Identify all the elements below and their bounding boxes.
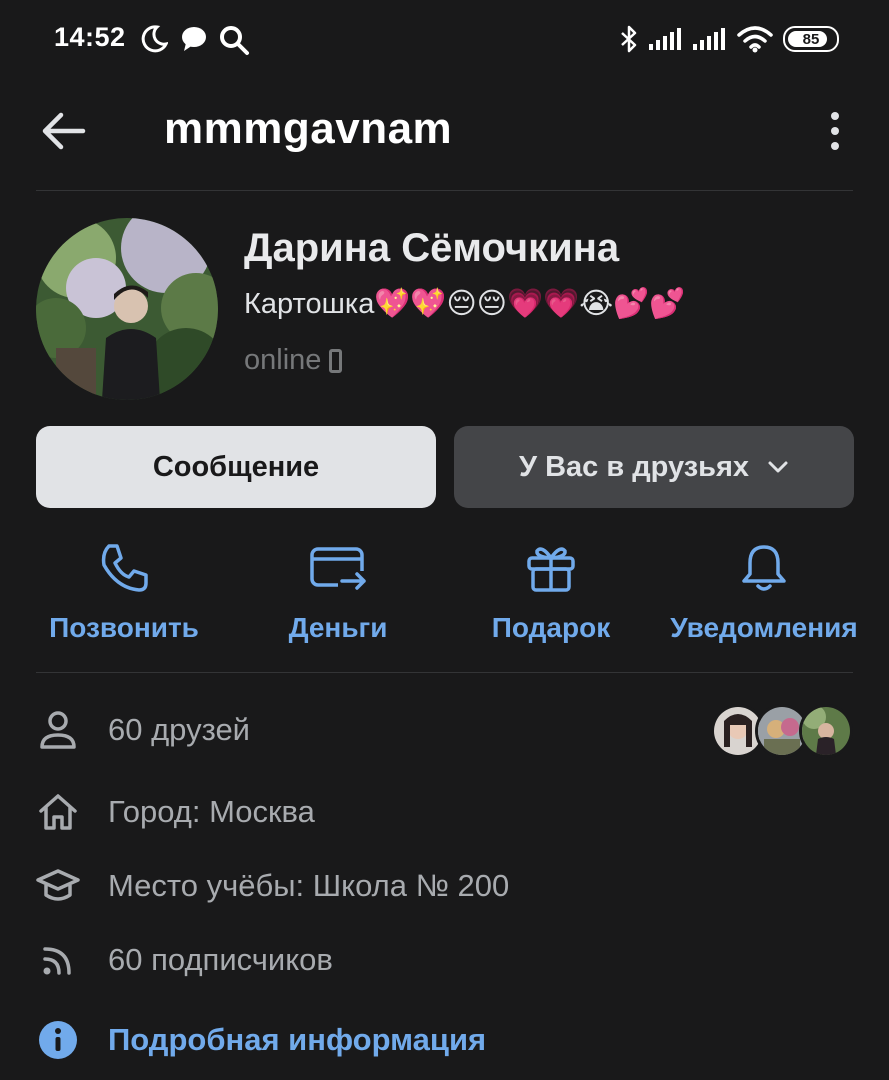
info-followers[interactable]: 60 подписчиков xyxy=(36,930,853,990)
signal-icon xyxy=(693,28,725,50)
action-call-label: Позвонить xyxy=(49,612,199,643)
info-friends[interactable]: 60 друзей xyxy=(36,700,853,760)
action-gift[interactable]: Подарок xyxy=(480,538,622,658)
online-indicator: online xyxy=(244,344,343,377)
message-button[interactable]: Сообщение xyxy=(36,426,436,508)
action-money[interactable]: Деньги xyxy=(268,538,408,658)
battery-percent: 85 xyxy=(802,30,820,48)
action-gift-label: Подарок xyxy=(491,612,611,643)
friend-avatar xyxy=(799,704,853,758)
status-right: 85 xyxy=(619,22,839,56)
status-time: 14:52 xyxy=(54,22,126,52)
rss-icon xyxy=(43,947,71,975)
phone-icon xyxy=(101,544,148,592)
bell-icon xyxy=(742,545,786,591)
back-button[interactable] xyxy=(36,104,90,158)
action-notifications-label: Уведомления xyxy=(670,612,858,643)
gift-icon xyxy=(527,547,575,592)
education-text: Место учёбы: Школа № 200 xyxy=(108,868,510,903)
mobile-icon xyxy=(329,348,343,373)
action-notifications[interactable]: Уведомления xyxy=(664,538,864,658)
online-text: online xyxy=(244,344,322,376)
info-details[interactable]: Подробная информация xyxy=(36,1010,853,1070)
profile-name: Дарина Сёмочкина xyxy=(244,226,620,270)
wifi-icon xyxy=(737,26,773,53)
signal-icon xyxy=(649,28,681,50)
battery-icon: 85 xyxy=(783,26,839,52)
profile-avatar[interactable] xyxy=(36,218,218,400)
more-dot xyxy=(831,127,839,135)
status-bar: 14:52 85 xyxy=(0,0,889,80)
search-icon xyxy=(220,26,249,55)
details-link[interactable]: Подробная информация xyxy=(108,1022,486,1058)
profile-status: Картошка💖💖😔😔💗💗😭💕💕 xyxy=(244,288,686,320)
moon-icon xyxy=(141,25,168,53)
friend-avatars[interactable] xyxy=(711,704,853,758)
city-text: Город: Москва xyxy=(108,794,315,829)
info-icon xyxy=(39,1021,77,1059)
friends-button-label: У Вас в друзьях xyxy=(518,450,750,483)
more-dot xyxy=(831,142,839,150)
home-icon xyxy=(39,794,77,830)
friends-count: 60 друзей xyxy=(108,712,250,747)
action-call[interactable]: Позвонить xyxy=(44,538,204,658)
message-icon xyxy=(182,27,206,51)
followers-text: 60 подписчиков xyxy=(108,942,333,977)
page-title: mmmgavnam xyxy=(164,104,453,153)
bluetooth-icon xyxy=(621,25,637,53)
top-app-bar: mmmgavnam xyxy=(0,80,889,190)
money-transfer-icon xyxy=(310,547,368,590)
avatar-photo xyxy=(36,218,218,400)
user-icon xyxy=(40,711,76,749)
arrow-left-icon xyxy=(42,112,86,150)
message-button-label: Сообщение xyxy=(152,450,320,483)
chevron-down-icon xyxy=(768,461,788,473)
more-menu-button[interactable] xyxy=(815,106,855,156)
friends-status-button[interactable]: У Вас в друзьях xyxy=(454,426,854,508)
info-city: Город: Москва xyxy=(36,782,853,842)
actions-divider xyxy=(36,672,853,673)
header-divider xyxy=(36,190,853,191)
info-education: Место учёбы: Школа № 200 xyxy=(36,856,853,916)
action-money-label: Деньги xyxy=(288,612,388,643)
more-dot xyxy=(831,112,839,120)
education-cap-icon xyxy=(36,869,80,901)
